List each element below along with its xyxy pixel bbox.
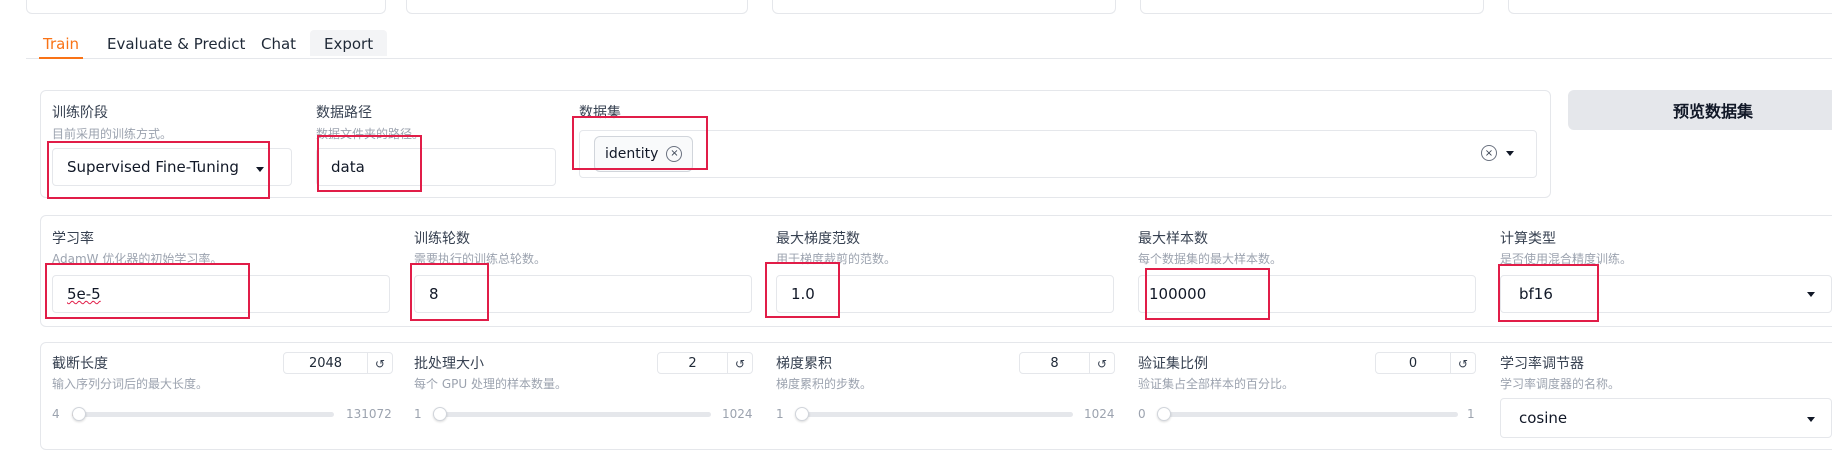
epochs-value: 8 [429,285,439,303]
reset-icon[interactable]: ↺ [1089,353,1114,373]
val-size-track[interactable] [1158,412,1458,417]
grad-norm-value: 1.0 [791,285,815,303]
batch-size-thumb[interactable] [433,407,447,421]
lr-scheduler-chevron-icon [1807,417,1815,422]
batch-size-track[interactable] [434,412,711,417]
cutoff-len-value[interactable]: 2048 [284,353,367,373]
grad-accum-number[interactable]: 8 ↺ [1019,352,1115,374]
tab-evaluate-predict[interactable]: Evaluate & Predict [103,34,249,59]
stage-info: 目前采用的训练方式。 [52,127,173,141]
batch-size-value[interactable]: 2 [658,353,727,373]
data-dir-label: 数据路径 [316,105,372,121]
val-size-value[interactable]: 0 [1376,353,1450,373]
reset-icon[interactable]: ↺ [727,353,752,373]
epochs-info: 需要执行的训练总轮数。 [414,252,547,266]
grad-accum-min: 1 [776,407,784,421]
compute-type-select[interactable]: bf16 [1500,275,1832,313]
preview-dataset-button[interactable]: 预览数据集 [1568,90,1832,130]
grad-accum-info: 梯度累积的步数。 [776,377,873,391]
epochs-label: 训练轮数 [414,231,470,247]
lr-scheduler-info: 学习率调度器的名称。 [1500,377,1621,391]
data-dir-info: 数据文件夹的路径。 [316,127,425,141]
data-dir-input[interactable]: data [316,148,556,186]
compute-type-value: bf16 [1519,285,1553,303]
max-samples-info: 每个数据集的最大样本数。 [1138,252,1283,266]
dataset-dropdown-icon[interactable] [1506,151,1514,156]
val-size-thumb[interactable] [1157,407,1171,421]
top-field-3 [772,0,1116,14]
chip-remove-icon[interactable]: × [666,146,683,162]
data-dir-value: data [331,158,365,176]
compute-type-chevron-icon [1807,292,1815,297]
cutoff-len-info: 输入序列分词后的最大长度。 [52,377,209,391]
stage-label: 训练阶段 [52,105,108,121]
cutoff-len-track[interactable] [72,412,334,417]
val-size-max: 1 [1467,407,1475,421]
batch-size-min: 1 [414,407,422,421]
batch-size-max: 1024 [722,407,753,421]
batch-size-label: 批处理大小 [414,356,484,372]
lr-input[interactable]: 5e-5 [52,275,390,313]
compute-type-info: 是否使用混合精度训练。 [1500,252,1633,266]
cutoff-len-min: 4 [52,407,60,421]
clear-all-icon[interactable]: × [1481,145,1497,161]
cutoff-len-number[interactable]: 2048 ↺ [283,352,393,374]
grad-accum-max: 1024 [1084,407,1115,421]
stage-value: Supervised Fine-Tuning [67,158,239,176]
lr-label: 学习率 [52,231,94,247]
max-samples-value: 100000 [1149,285,1207,303]
grad-norm-info: 用于梯度裁剪的范数。 [776,252,897,266]
cutoff-len-label: 截断长度 [52,356,108,372]
lr-info: AdamW 优化器的初始学习率。 [52,252,223,266]
reset-icon[interactable]: ↺ [1450,353,1475,373]
batch-size-number[interactable]: 2 ↺ [657,352,753,374]
batch-size-info: 每个 GPU 处理的样本数量。 [414,377,567,391]
grad-accum-label: 梯度累积 [776,356,832,372]
val-size-min: 0 [1138,407,1146,421]
cutoff-len-thumb[interactable] [72,407,86,421]
val-size-number[interactable]: 0 ↺ [1375,352,1476,374]
max-samples-input[interactable]: 100000 [1138,275,1476,313]
grad-norm-label: 最大梯度范数 [776,231,860,247]
lr-scheduler-value: cosine [1519,409,1568,427]
reset-icon[interactable]: ↺ [367,353,392,373]
val-size-label: 验证集比例 [1138,356,1208,372]
top-field-1 [26,0,386,14]
lr-value: 5e-5 [67,285,101,303]
val-size-info: 验证集占全部样本的百分比。 [1138,377,1295,391]
max-samples-label: 最大样本数 [1138,231,1208,247]
grad-norm-input[interactable]: 1.0 [776,275,1114,313]
tab-train[interactable]: Train [39,34,83,59]
dataset-label: 数据集 [579,105,621,121]
dataset-multiselect[interactable]: identity × [579,130,1537,178]
dataset-chip-label: identity [605,146,659,162]
dataset-chip[interactable]: identity × [594,136,694,172]
grad-accum-value[interactable]: 8 [1020,353,1089,373]
lr-scheduler-label: 学习率调节器 [1500,356,1584,372]
top-field-5 [1508,0,1832,14]
chevron-down-icon [256,167,264,172]
top-field-2 [406,0,748,14]
cutoff-len-max: 131072 [346,407,392,421]
grad-accum-thumb[interactable] [795,407,809,421]
grad-accum-track[interactable] [796,412,1073,417]
lr-scheduler-select[interactable]: cosine [1500,398,1832,438]
epochs-input[interactable]: 8 [414,275,752,313]
compute-type-label: 计算类型 [1500,231,1556,247]
tab-export[interactable]: Export [310,30,388,56]
tab-chat[interactable]: Chat [257,34,300,59]
top-field-4 [1140,0,1484,14]
